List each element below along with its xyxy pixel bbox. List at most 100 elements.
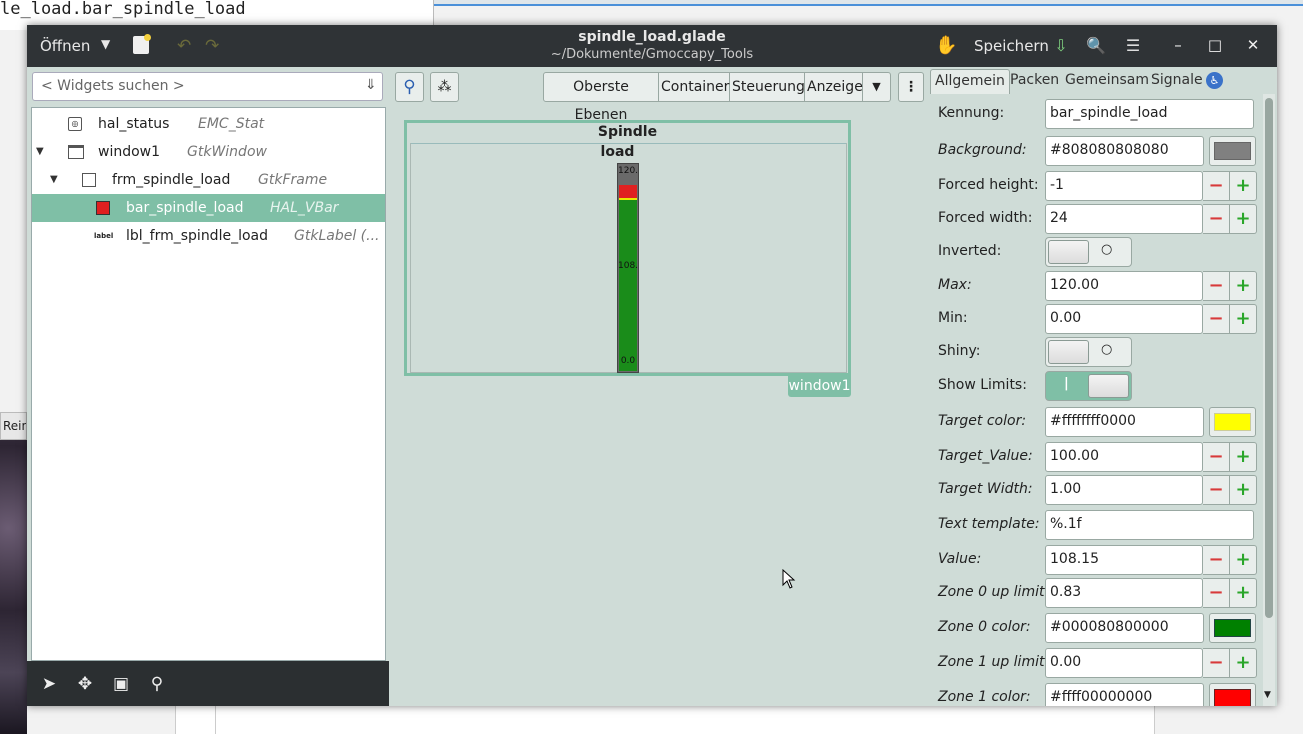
background-side-tab[interactable]: Rein (0, 412, 27, 440)
spindle-load-vbar[interactable]: 120.0 108.2 0.0 (617, 163, 639, 373)
widget-search-input[interactable]: < Widgets suchen > (32, 72, 383, 101)
prop-label: Target Width: (938, 481, 1033, 497)
tree-row[interactable]: ▼ frm_spindle_load GtkFrame (32, 166, 385, 194)
prop-zone1-color-input[interactable]: #ffff00000000 (1045, 683, 1204, 706)
target-color-button[interactable] (1209, 407, 1256, 437)
decrement-button[interactable]: − (1203, 204, 1230, 234)
inspector-hand-icon[interactable]: ✋ (935, 35, 957, 56)
prop-label: Show Limits: (938, 377, 1027, 393)
emc-stat-icon: ◎ (68, 117, 82, 131)
drag-resize-icon[interactable]: ✥ (74, 673, 96, 695)
scrollbar-thumb[interactable] (1265, 98, 1273, 618)
prop-max-input[interactable]: 120.00 (1045, 271, 1203, 301)
prop-target-color-input[interactable]: #ffffffff0000 (1045, 407, 1204, 437)
tree-row-selected[interactable]: bar_spindle_load HAL_VBar (32, 194, 385, 222)
save-button[interactable]: Speichern (974, 37, 1049, 55)
properties-scrollbar[interactable]: ▼ (1263, 94, 1275, 706)
tree-row[interactable]: ◎ hal_status EMC_Stat (32, 110, 385, 138)
prop-background-input[interactable]: #808080808080 (1045, 136, 1204, 166)
hamburger-menu-icon[interactable]: ☰ (1123, 36, 1143, 56)
vbar-green-zone (619, 199, 637, 371)
increment-button[interactable]: + (1230, 204, 1257, 234)
prop-label: Zone 0 up limit: (938, 584, 1050, 600)
more-options-icon[interactable]: ⋮ (898, 72, 924, 102)
alignment-edit-icon[interactable]: ⚲ (146, 673, 168, 695)
decrement-button[interactable]: − (1203, 578, 1230, 608)
prop-row-background: Background: #808080808080 (930, 134, 1263, 167)
prop-zone0-up-input[interactable]: 0.83 (1045, 578, 1203, 608)
palette-toplevels[interactable]: Oberste Ebenen (544, 73, 659, 123)
inverted-switch[interactable]: ○ (1045, 237, 1132, 267)
palette-more-dropdown[interactable]: ▼ (863, 73, 890, 101)
search-widget-icon[interactable]: ⚲ (395, 72, 424, 102)
expander-icon[interactable]: ▼ (50, 166, 58, 194)
property-tabs: Allgemein Packen Gemeinsam Signale ♿ (930, 69, 1273, 94)
switch-off-mark: ○ (1101, 242, 1113, 257)
widget-chooser-icon[interactable]: ⁂ (430, 72, 459, 102)
increment-button[interactable]: + (1230, 648, 1257, 678)
maximize-icon[interactable]: □ (1205, 35, 1225, 55)
decrement-button[interactable]: − (1203, 271, 1230, 301)
decrement-button[interactable]: − (1203, 171, 1230, 201)
margin-edit-icon[interactable]: ▣ (110, 673, 132, 695)
tab-signals[interactable]: Signale (1147, 69, 1207, 94)
increment-button[interactable]: + (1230, 171, 1257, 201)
decrement-button[interactable]: − (1203, 442, 1230, 472)
tree-row-name: bar_spindle_load (126, 200, 244, 216)
prop-forced-height-input[interactable]: -1 (1045, 171, 1203, 201)
color-swatch (1214, 413, 1251, 431)
tab-general[interactable]: Allgemein (930, 69, 1010, 94)
decrement-button[interactable]: − (1203, 304, 1230, 334)
prop-label: Zone 1 color: (938, 689, 1031, 705)
increment-button[interactable]: + (1230, 271, 1257, 301)
preview-icon[interactable]: 🔍 (1086, 36, 1106, 56)
increment-button[interactable]: + (1230, 545, 1257, 575)
tree-row-name: hal_status (98, 116, 170, 132)
palette-control[interactable]: Steuerung (730, 73, 805, 101)
prop-label: Shiny: (938, 343, 981, 359)
increment-button[interactable]: + (1230, 304, 1257, 334)
decrement-button[interactable]: − (1203, 648, 1230, 678)
tree-row[interactable]: label lbl_frm_spindle_load GtkLabel (... (32, 222, 385, 250)
minimize-icon[interactable]: – (1168, 35, 1188, 55)
prop-target-value-input[interactable]: 100.00 (1045, 442, 1203, 472)
scroll-down-icon[interactable]: ▼ (1264, 690, 1271, 700)
tab-packing[interactable]: Packen (1006, 69, 1063, 94)
prop-value-input[interactable]: 108.15 (1045, 545, 1203, 575)
palette-display[interactable]: Anzeige (805, 73, 863, 101)
accessibility-icon[interactable]: ♿ (1206, 72, 1223, 89)
background-color-button[interactable] (1209, 136, 1256, 166)
design-canvas-window[interactable]: Spindle load 120.0 108.2 0.0 (404, 120, 851, 376)
expander-icon[interactable]: ▼ (36, 138, 44, 166)
palette-containers[interactable]: Container (659, 73, 730, 101)
prop-row-forced-width: Forced width: 24 − + (930, 202, 1263, 235)
prop-label: Forced height: (938, 177, 1039, 193)
decrement-button[interactable]: − (1203, 475, 1230, 505)
prop-forced-width-input[interactable]: 24 (1045, 204, 1203, 234)
prop-text-template-input[interactable]: %.1f (1045, 510, 1254, 540)
zone0-color-button[interactable] (1209, 613, 1256, 643)
prop-zone0-color-input[interactable]: #000080800000 (1045, 613, 1204, 643)
prop-min-input[interactable]: 0.00 (1045, 304, 1203, 334)
save-as-icon[interactable]: ⇩ (1051, 36, 1071, 56)
increment-button[interactable]: + (1230, 475, 1257, 505)
prop-target-width-input[interactable]: 1.00 (1045, 475, 1203, 505)
prop-row-inverted: Inverted: ○ (930, 235, 1263, 268)
prop-zone1-up-input[interactable]: 0.00 (1045, 648, 1203, 678)
zone1-color-button[interactable] (1209, 683, 1256, 706)
decrement-button[interactable]: − (1203, 545, 1230, 575)
tree-row[interactable]: ▼ window1 GtkWindow (32, 138, 385, 166)
hal-vbar-icon (96, 201, 110, 215)
show-limits-switch[interactable]: | (1045, 371, 1132, 401)
prop-label: Min: (938, 310, 968, 326)
prop-row-target-value: Target_Value: 100.00 − + (930, 440, 1263, 473)
tab-common[interactable]: Gemeinsam (1061, 69, 1153, 94)
increment-button[interactable]: + (1230, 442, 1257, 472)
prop-row-show-limits: Show Limits: | (930, 369, 1263, 402)
select-pointer-icon[interactable]: ➤ (38, 673, 60, 695)
increment-button[interactable]: + (1230, 578, 1257, 608)
color-swatch (1214, 619, 1251, 637)
close-icon[interactable]: ✕ (1243, 35, 1263, 55)
prop-kennung-input[interactable]: bar_spindle_load (1045, 99, 1254, 129)
shiny-switch[interactable]: ○ (1045, 337, 1132, 367)
